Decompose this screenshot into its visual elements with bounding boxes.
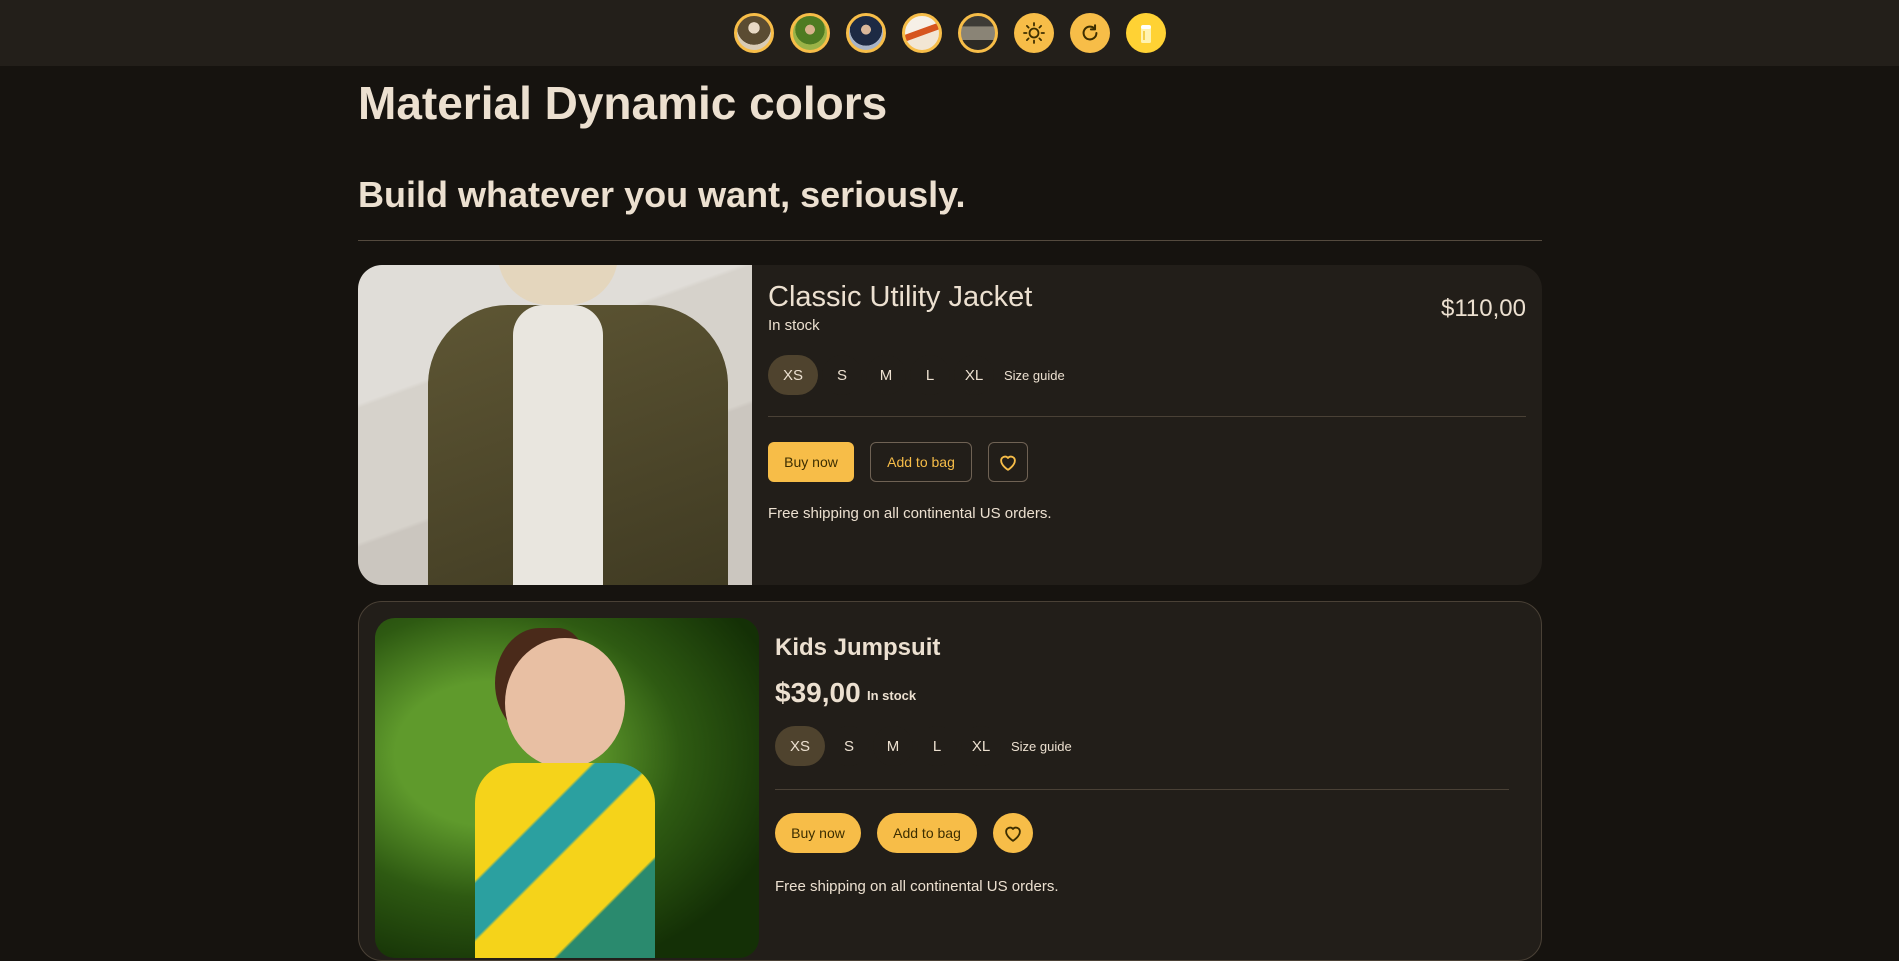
size-selector: XS S M L XL Size guide — [775, 726, 1072, 766]
size-option-s[interactable]: S — [829, 726, 869, 766]
size-selector: XS S M L XL Size guide — [768, 355, 1065, 395]
card-divider — [768, 416, 1526, 417]
card-divider — [775, 789, 1509, 790]
size-option-xl[interactable]: XL — [954, 355, 994, 395]
avatar-food-button[interactable] — [901, 13, 942, 53]
product-image-jacket — [358, 265, 752, 585]
product-name: Kids Jumpsuit — [775, 634, 941, 661]
size-guide-link[interactable]: Size guide — [1004, 368, 1065, 383]
product-card-jacket: Classic Utility Jacket In stock $110,00 … — [358, 265, 1542, 585]
product-image-kids — [375, 618, 759, 958]
size-option-l[interactable]: L — [917, 726, 957, 766]
avatar-jacket-button[interactable] — [733, 13, 774, 53]
size-option-m[interactable]: M — [873, 726, 913, 766]
size-option-l[interactable]: L — [910, 355, 950, 395]
page-subtitle: Build whatever you want, seriously. — [358, 174, 966, 215]
sun-icon — [1022, 22, 1045, 44]
refresh-button[interactable] — [1069, 13, 1110, 53]
buy-now-button[interactable]: Buy now — [768, 442, 854, 482]
refresh-icon — [1082, 24, 1097, 41]
stock-status: In stock — [867, 688, 917, 703]
beer-button[interactable] — [1125, 13, 1166, 53]
theme-toggle-button[interactable] — [1013, 13, 1054, 53]
size-option-xl[interactable]: XL — [961, 726, 1001, 766]
avatar-suit-button[interactable] — [845, 13, 886, 53]
size-option-m[interactable]: M — [866, 355, 906, 395]
heart-icon — [1000, 455, 1016, 471]
product-card-kids: Kids Jumpsuit $39,00 In stock XS S M L X… — [358, 601, 1542, 961]
shipping-note: Free shipping on all continental US orde… — [775, 878, 1059, 895]
favorite-button[interactable] — [988, 442, 1028, 482]
shipping-note: Free shipping on all continental US orde… — [768, 505, 1052, 522]
product-name: Classic Utility Jacket — [768, 281, 1033, 313]
beer-icon — [1140, 25, 1151, 43]
size-guide-link[interactable]: Size guide — [1011, 739, 1072, 754]
size-option-xs[interactable]: XS — [775, 726, 825, 766]
avatar-kid-button[interactable] — [789, 13, 830, 53]
avatar-building-button[interactable] — [957, 13, 998, 53]
theme-toolbar — [0, 0, 1899, 66]
header-divider — [358, 240, 1542, 241]
size-option-s[interactable]: S — [822, 355, 862, 395]
page-title: Material Dynamic colors — [358, 77, 888, 129]
product-price: $110,00 — [1441, 295, 1526, 322]
heart-icon — [1005, 826, 1021, 842]
favorite-button[interactable] — [993, 813, 1033, 853]
size-option-xs[interactable]: XS — [768, 355, 818, 395]
buy-now-button[interactable]: Buy now — [775, 813, 861, 853]
product-price: $39,00 — [775, 677, 861, 708]
add-to-bag-button[interactable]: Add to bag — [877, 813, 977, 853]
stock-status: In stock — [768, 317, 820, 334]
add-to-bag-button[interactable]: Add to bag — [870, 442, 972, 482]
